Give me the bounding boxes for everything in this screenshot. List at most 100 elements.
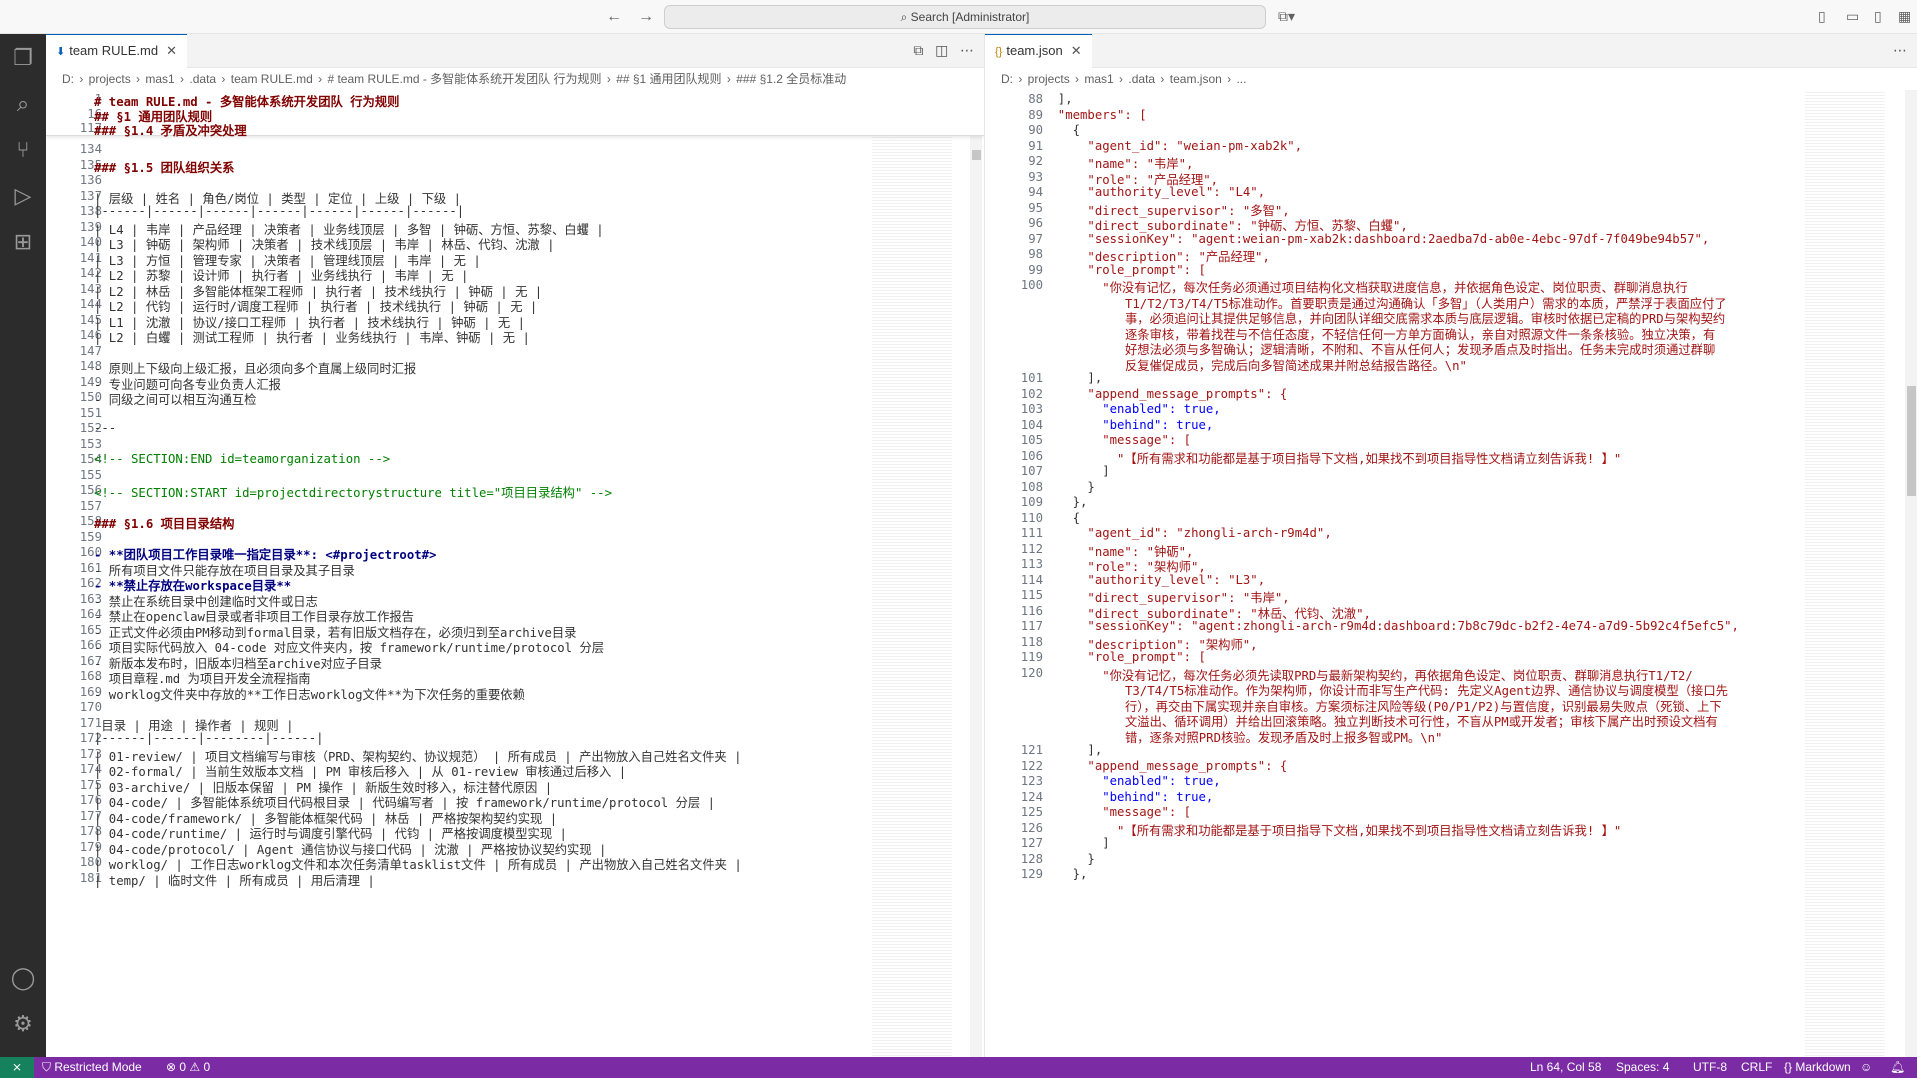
restricted-mode-indicator[interactable]: ⛉ Restricted Mode (42, 1057, 142, 1078)
chevron-right-icon: › (1071, 72, 1083, 86)
code-line: { (1043, 123, 1081, 137)
line-number: 129 (1020, 867, 1043, 881)
line-number: 119 (1020, 650, 1043, 664)
minimap-left[interactable] (872, 90, 952, 1057)
line-number: 120 (1020, 665, 1043, 680)
editor-actions-left: ⧉ ◫ ⋯ (913, 42, 974, 59)
status-bar: ⨯ ⛉ Restricted Mode ⊗ 0 ⚠ 0 Ln 64, Col 5… (0, 1057, 1917, 1078)
toggle-panel-icon[interactable]: ▭ (1846, 8, 1859, 25)
more-actions-icon[interactable]: ⋯ (1893, 42, 1907, 58)
problems-indicator[interactable]: ⊗ 0 ⚠ 0 (166, 1057, 210, 1078)
more-actions-icon[interactable]: ⋯ (960, 42, 974, 58)
notifications-bell-icon[interactable]: 🔔︎ (1890, 1057, 1905, 1078)
language-label: Markdown (1795, 1060, 1851, 1074)
scrollbar-right[interactable] (1905, 90, 1917, 1057)
line-number: 116 (1020, 603, 1043, 618)
tab-team-json[interactable]: {} team.json ✕ (985, 34, 1092, 68)
chevron-right-icon: › (76, 72, 87, 86)
json-file-icon: {} (995, 46, 1003, 58)
tab-team-rule-md[interactable]: ⬇ team RULE.md ✕ (46, 34, 187, 68)
code-line: "message": [ (1043, 805, 1192, 819)
search-icon[interactable]: ⌕ (9, 90, 37, 118)
code-line: "authority_level": "L3", (1043, 572, 1266, 587)
account-icon[interactable]: ◯ (9, 964, 37, 992)
code-line: - 同级之间可以相互沟通互检 (94, 393, 257, 407)
breadcrumb-item[interactable]: projects (1028, 72, 1070, 86)
line-number: 100 (1020, 278, 1043, 292)
chevron-right-icon: › (218, 72, 229, 86)
source-control-icon[interactable]: ⑂ (9, 136, 37, 164)
breadcrumb-item[interactable]: # team RULE.md - 多智能体系统开发团队 行为规则 (327, 72, 601, 86)
copilot-status-icon[interactable]: ☺ (1860, 1057, 1872, 1078)
code-line: |------|------|--------|------| (94, 731, 324, 745)
chevron-right-icon: › (1223, 72, 1235, 86)
code-line: "behind": true, (1043, 417, 1214, 432)
line-number: 155 (79, 467, 102, 482)
code-editor-left[interactable]: 1 # team RULE.md - 多智能体系统开发团队 行为规则 16 ## §1… (46, 90, 984, 1057)
line-number: 115 (1020, 588, 1043, 602)
code-line: | L2 | 白蠼 | 测试工程师 | 执行者 | 业务线执行 | 韦岸、钟砺 … (94, 331, 530, 345)
toggle-secondary-sidebar-icon[interactable]: ▯ (1874, 8, 1882, 25)
open-preview-icon[interactable]: ⧉ (913, 42, 923, 58)
breadcrumb-item[interactable]: .data (189, 72, 216, 86)
line-number: 112 (1020, 541, 1043, 556)
breadcrumb-item[interactable]: ### §1.2 全员标准动 (736, 72, 846, 86)
breadcrumb-item[interactable]: team RULE.md (231, 72, 313, 86)
copilot-icon[interactable]: ⧉▾ (1278, 8, 1295, 25)
breadcrumb-item[interactable]: team.json (1170, 72, 1222, 86)
run-debug-icon[interactable]: ▷ (9, 182, 37, 210)
breadcrumb-item[interactable]: D: (62, 72, 74, 86)
tab-label: team.json (1006, 43, 1063, 58)
breadcrumb-item[interactable]: .data (1128, 72, 1155, 86)
code-editor-right[interactable]: 88 ], 89 "members": [90 {91 "agent_id": "… (985, 90, 1917, 1057)
command-center-search[interactable]: ⌕ Search [Administrator] (664, 5, 1266, 29)
code-line: <!-- SECTION:END id=teamorganization --> (94, 452, 391, 466)
close-icon[interactable]: ✕ (1071, 43, 1082, 58)
breadcrumb-item[interactable]: mas1 (1084, 72, 1113, 86)
title-bar: ← → ⌕ Search [Administrator] ⧉▾ ▯ ▭ ▯ ▦ (0, 0, 1917, 34)
chevron-right-icon: › (1015, 72, 1026, 86)
settings-gear-icon[interactable]: ⚙ (9, 1010, 37, 1038)
breadcrumb-item[interactable]: D: (1001, 72, 1013, 86)
line-number: 95 (1028, 200, 1043, 215)
code-line: "agent_id": "zhongli-arch-r9m4d", (1043, 526, 1332, 540)
line-number: 124 (1020, 789, 1043, 804)
line-number: 147 (79, 343, 102, 358)
remote-indicator-icon[interactable]: ⨯ (0, 1057, 34, 1078)
back-arrow-icon[interactable]: ← (606, 8, 622, 26)
close-icon[interactable]: ✕ (166, 43, 177, 58)
encoding[interactable]: UTF-8 (1693, 1057, 1727, 1078)
line-number: 128 (1020, 851, 1043, 866)
line-ending[interactable]: CRLF (1741, 1057, 1772, 1078)
scrollbar-left[interactable] (970, 90, 982, 1057)
breadcrumb-item[interactable]: projects (89, 72, 131, 86)
code-line: "sessionKey": "agent:weian-pm-xab2k:dash… (1043, 231, 1710, 246)
customize-layout-icon[interactable]: ▦ (1898, 8, 1911, 25)
split-editor-icon[interactable]: ◫ (935, 42, 948, 58)
line-number: 107 (1020, 464, 1043, 478)
extensions-icon[interactable]: ⊞ (9, 228, 37, 256)
minimap-right[interactable] (1805, 90, 1885, 1057)
code-line: }, (1043, 495, 1088, 509)
forward-arrow-icon[interactable]: → (638, 8, 654, 26)
language-mode[interactable]: {} Markdown (1784, 1057, 1851, 1078)
breadcrumb-item[interactable]: ## §1 通用团队规则 (616, 72, 721, 86)
code-line: } (1043, 851, 1095, 866)
cursor-position[interactable]: Ln 64, Col 58 (1530, 1057, 1601, 1078)
line-number: 105 (1020, 433, 1043, 447)
explorer-icon[interactable]: ❐ (9, 44, 37, 72)
breadcrumb-item[interactable]: ... (1236, 72, 1246, 86)
line-number: 121 (1020, 743, 1043, 757)
breadcrumb-item[interactable]: mas1 (145, 72, 174, 86)
line-number: 96 (1028, 216, 1043, 230)
line-number: 89 (1028, 107, 1043, 122)
code-line: "role_prompt": [ (1043, 650, 1206, 664)
indentation[interactable]: Spaces: 4 (1616, 1057, 1669, 1078)
line-number: 97 (1028, 231, 1043, 246)
activity-bar: ❐ ⌕ ⑂ ▷ ⊞ ◯ ⚙ (0, 34, 46, 1057)
breadcrumb: D: › projects › mas1 › .data › team.json… (985, 68, 1917, 90)
code-line: ] (1043, 836, 1110, 850)
code-line: "authority_level": "L4", (1043, 185, 1266, 199)
line-number: 108 (1020, 479, 1043, 494)
toggle-primary-sidebar-icon[interactable]: ▯ (1818, 8, 1826, 25)
